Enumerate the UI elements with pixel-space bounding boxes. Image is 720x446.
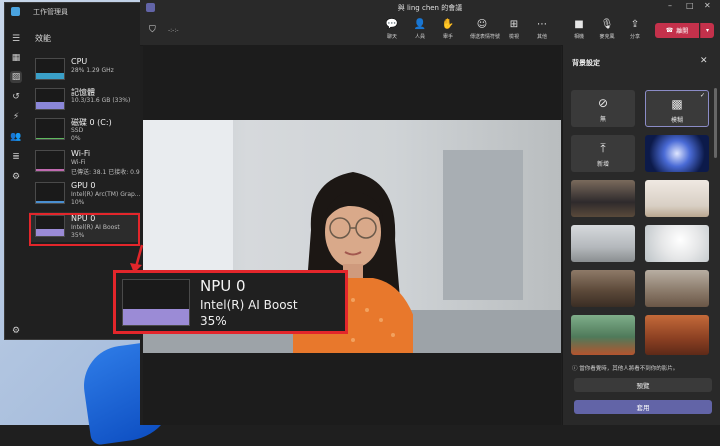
cpu-graph <box>35 58 65 80</box>
preview-button[interactable]: 預覽 <box>574 378 712 392</box>
toolbar-camera-button[interactable]: ■ 相機 <box>567 19 591 40</box>
bg-thumbnail-landscape[interactable] <box>571 180 635 217</box>
toolbar-view-button[interactable]: ⊞ 檢視 <box>502 19 526 40</box>
no-background-icon: ⊘ <box>597 96 609 110</box>
npu-highlight-box <box>29 213 140 246</box>
more-icon: ⋯ <box>537 19 547 30</box>
details-icon[interactable]: ≣ <box>10 151 22 163</box>
bg-option-add-new[interactable]: ⤒ 新增 <box>571 135 635 172</box>
npu-zoom-percent: 35% <box>200 314 227 328</box>
toolbar-mic-button[interactable]: 🎙 麥克風 <box>595 19 619 40</box>
upload-icon: ⤒ <box>600 141 606 155</box>
npu-zoom-graph <box>122 279 190 326</box>
wifi-graph <box>35 150 65 172</box>
task-manager-nav: ☰ ▦ ▨ ↺ ⚡ 👥 ≣ ⚙ ⚙ <box>5 25 27 339</box>
toolbar-reaction-button[interactable]: ☺ 傳送表情符號 <box>470 19 500 40</box>
close-window-icon[interactable]: ✕ <box>704 1 711 10</box>
bg-thumbnail-space[interactable] <box>645 135 709 172</box>
disk-graph <box>35 118 65 140</box>
task-manager-title: 工作管理員 <box>33 8 68 16</box>
leave-button[interactable]: ☎ 離開 <box>655 23 699 38</box>
toolbar-raise-hand-button[interactable]: ✋ 舉手 <box>436 19 460 40</box>
toolbar-share-button[interactable]: ⇪ 分享 <box>623 19 647 40</box>
npu-zoom-callout: NPU 0 Intel(R) AI Boost 35% <box>113 270 348 334</box>
meeting-toolbar: ⛉ -:-:- 💬 聊天 👤 人員 ✋ 舉手 ☺ 傳送表情符號 ⊞ 檢視 ⋯ 其他 ■ 相機 … <box>140 15 720 46</box>
bg-thumbnail-living-room[interactable] <box>645 270 709 307</box>
bg-option-blur[interactable]: ▩ 模糊 ✓ <box>645 90 709 127</box>
reaction-icon: ☺ <box>476 19 488 30</box>
selected-check-icon: ✓ <box>699 92 705 99</box>
perf-item-wifi[interactable]: Wi-Fi Wi-Fi 已傳送: 38.1 已接收: 0.9 <box>29 147 141 177</box>
perf-item-cpu[interactable]: CPU 28% 1.29 GHz <box>29 55 141 85</box>
processes-icon[interactable]: ▦ <box>10 52 22 64</box>
perf-item-disk[interactable]: 磁碟 0 (C:) SSD 0% <box>29 115 141 145</box>
bg-thumbnail-white-lounge[interactable] <box>645 225 709 262</box>
callout-arrow <box>130 244 144 273</box>
phone-icon: ☎ <box>665 27 674 34</box>
bg-thumbnail-office[interactable] <box>571 225 635 262</box>
bg-thumbnail-garden[interactable] <box>571 315 635 355</box>
background-note: ⓘ 當你看覺時，其他人將看不到你的影片。 <box>572 366 679 372</box>
app-history-icon[interactable]: ↺ <box>10 91 22 103</box>
npu-zoom-detail: Intel(R) AI Boost <box>200 298 298 312</box>
perf-item-memory[interactable]: 記憶體 10.3/31.6 GB (33%) <box>29 85 141 115</box>
performance-heading: 效能 <box>35 34 51 43</box>
leave-dropdown-button[interactable]: ▾ <box>700 23 714 38</box>
gpu-graph <box>35 182 65 204</box>
camera-icon: ■ <box>574 19 584 30</box>
meeting-title: 與 ling chen 的會議 <box>397 4 463 12</box>
raise-hand-icon: ✋ <box>441 19 455 30</box>
task-manager-titlebar: 工作管理員 <box>5 3 141 21</box>
close-icon[interactable]: ✕ <box>700 56 708 66</box>
chevron-down-icon: ▾ <box>705 27 709 34</box>
bg-thumbnail-bright-room[interactable] <box>645 180 709 217</box>
bg-option-none[interactable]: ⊘ 無 <box>571 90 635 127</box>
apply-button[interactable]: 套用 <box>574 400 712 414</box>
settings-gear-icon[interactable]: ⚙ <box>10 325 22 337</box>
panel-scrollbar[interactable] <box>714 88 717 158</box>
chat-icon: 💬 <box>385 19 399 30</box>
teams-titlebar: 與 ling chen 的會議 – □ ✕ <box>140 0 720 15</box>
share-icon: ⇪ <box>630 19 640 30</box>
toolbar-chat-button[interactable]: 💬 聊天 <box>380 19 404 40</box>
bg-thumbnail-warm-room[interactable] <box>645 315 709 355</box>
maximize-icon[interactable]: □ <box>686 1 694 10</box>
bg-thumbnail-lobby[interactable] <box>571 270 635 307</box>
toolbar-more-button[interactable]: ⋯ 其他 <box>530 19 554 40</box>
task-manager-app-icon <box>11 7 20 16</box>
perf-item-gpu[interactable]: GPU 0 Intel(R) Arc(TM) Grap... 10% <box>29 179 141 209</box>
toolbar-people-button[interactable]: 👤 人員 <box>408 19 432 40</box>
background-panel-title: 背景設定 <box>572 59 600 67</box>
meeting-timer: -:-:- <box>168 27 179 34</box>
performance-icon[interactable]: ▨ <box>10 71 22 83</box>
blur-icon: ▩ <box>671 97 683 111</box>
shield-icon[interactable]: ⛉ <box>149 25 156 35</box>
mic-icon: 🎙 <box>600 19 614 30</box>
memory-graph <box>35 88 65 110</box>
view-icon: ⊞ <box>509 19 519 30</box>
services-icon[interactable]: ⚙ <box>10 171 22 183</box>
people-icon: 👤 <box>413 19 427 30</box>
startup-icon[interactable]: ⚡ <box>10 111 22 123</box>
hamburger-icon[interactable]: ☰ <box>10 33 22 45</box>
users-icon[interactable]: 👥 <box>10 131 22 143</box>
minimize-icon[interactable]: – <box>668 1 672 10</box>
npu-zoom-name: NPU 0 <box>200 277 246 295</box>
